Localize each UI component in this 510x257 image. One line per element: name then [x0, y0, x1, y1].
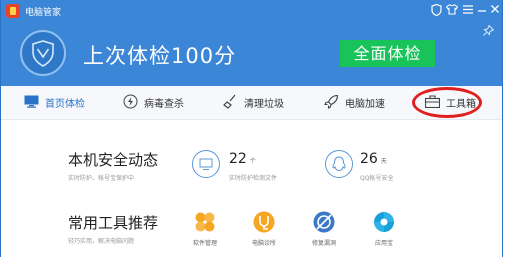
security-section-title: 本机安全动态 [68, 151, 159, 169]
shirt-icon[interactable] [445, 4, 459, 18]
tool-label: 软件管理 [192, 240, 217, 247]
qq-stat-label: QQ帐号安全 [360, 175, 394, 182]
title-bar: 电脑管家 [1, 0, 502, 22]
nav-label: 病毒查杀 [144, 99, 184, 110]
rocket-icon [324, 94, 339, 112]
app-window: 电脑管家 上次体检100分 全面体检 首页体检 病毒查杀 清理垃圾 电脑加速 工… [0, 0, 503, 257]
nav-label: 清理垃圾 [244, 99, 284, 110]
lightning-icon [123, 94, 138, 112]
app-store-icon [373, 211, 395, 233]
header-banner: 电脑管家 上次体检100分 全面体检 [1, 0, 502, 86]
tool-label: 修复漏洞 [311, 240, 336, 247]
nav-item-virus-scan[interactable]: 病毒查杀 [123, 86, 184, 119]
software-manager-icon [194, 211, 216, 233]
app-logo-icon [6, 4, 20, 18]
nav-label: 首页体检 [45, 99, 85, 110]
app-title: 电脑管家 [25, 8, 62, 18]
clinic-icon [253, 211, 275, 233]
nav-item-home-scan[interactable]: 首页体检 [24, 86, 85, 119]
broom-icon [223, 94, 238, 112]
tool-app-store[interactable]: 应用宝 [354, 211, 414, 247]
page-margin [503, 0, 510, 257]
highlight-annotation-circle [412, 87, 482, 118]
tool-label: 电脑诊所 [251, 240, 276, 247]
security-shield-icon [20, 30, 66, 76]
last-scan-headline: 上次体检100分 [83, 44, 237, 68]
qq-penguin-icon [325, 150, 353, 178]
tool-software-manager[interactable]: 软件管理 [175, 211, 235, 247]
pin-icon[interactable] [483, 24, 495, 39]
nav-label: 电脑加速 [345, 99, 385, 110]
minimize-icon[interactable] [475, 4, 489, 18]
tools-section-subtitle: 轻巧实用，解决电脑问题 [68, 238, 135, 245]
close-icon[interactable] [488, 4, 502, 18]
tool-label: 应用宝 [374, 240, 393, 247]
tool-fix-vulnerability[interactable]: 修复漏洞 [294, 211, 354, 247]
qq-stat-value: 26 天 [360, 151, 387, 167]
monitor-icon [24, 95, 39, 111]
full-scan-button[interactable]: 全面体检 [340, 40, 435, 67]
nav-item-clean-junk[interactable]: 清理垃圾 [223, 86, 284, 119]
shield-icon[interactable] [429, 3, 443, 18]
nav-item-speed-up[interactable]: 电脑加速 [324, 86, 385, 119]
security-section-subtitle: 实时防护、帐号宝保护中 [68, 175, 135, 182]
patch-icon [313, 211, 335, 233]
protection-stat-value: 22 个 [229, 151, 256, 167]
tools-section-title: 常用工具推荐 [68, 214, 159, 232]
tool-pc-clinic[interactable]: 电脑诊所 [234, 211, 294, 247]
monitor-icon [192, 150, 220, 178]
protection-stat-label: 实时防护检测文件 [229, 175, 278, 182]
menu-icon[interactable] [461, 4, 475, 18]
